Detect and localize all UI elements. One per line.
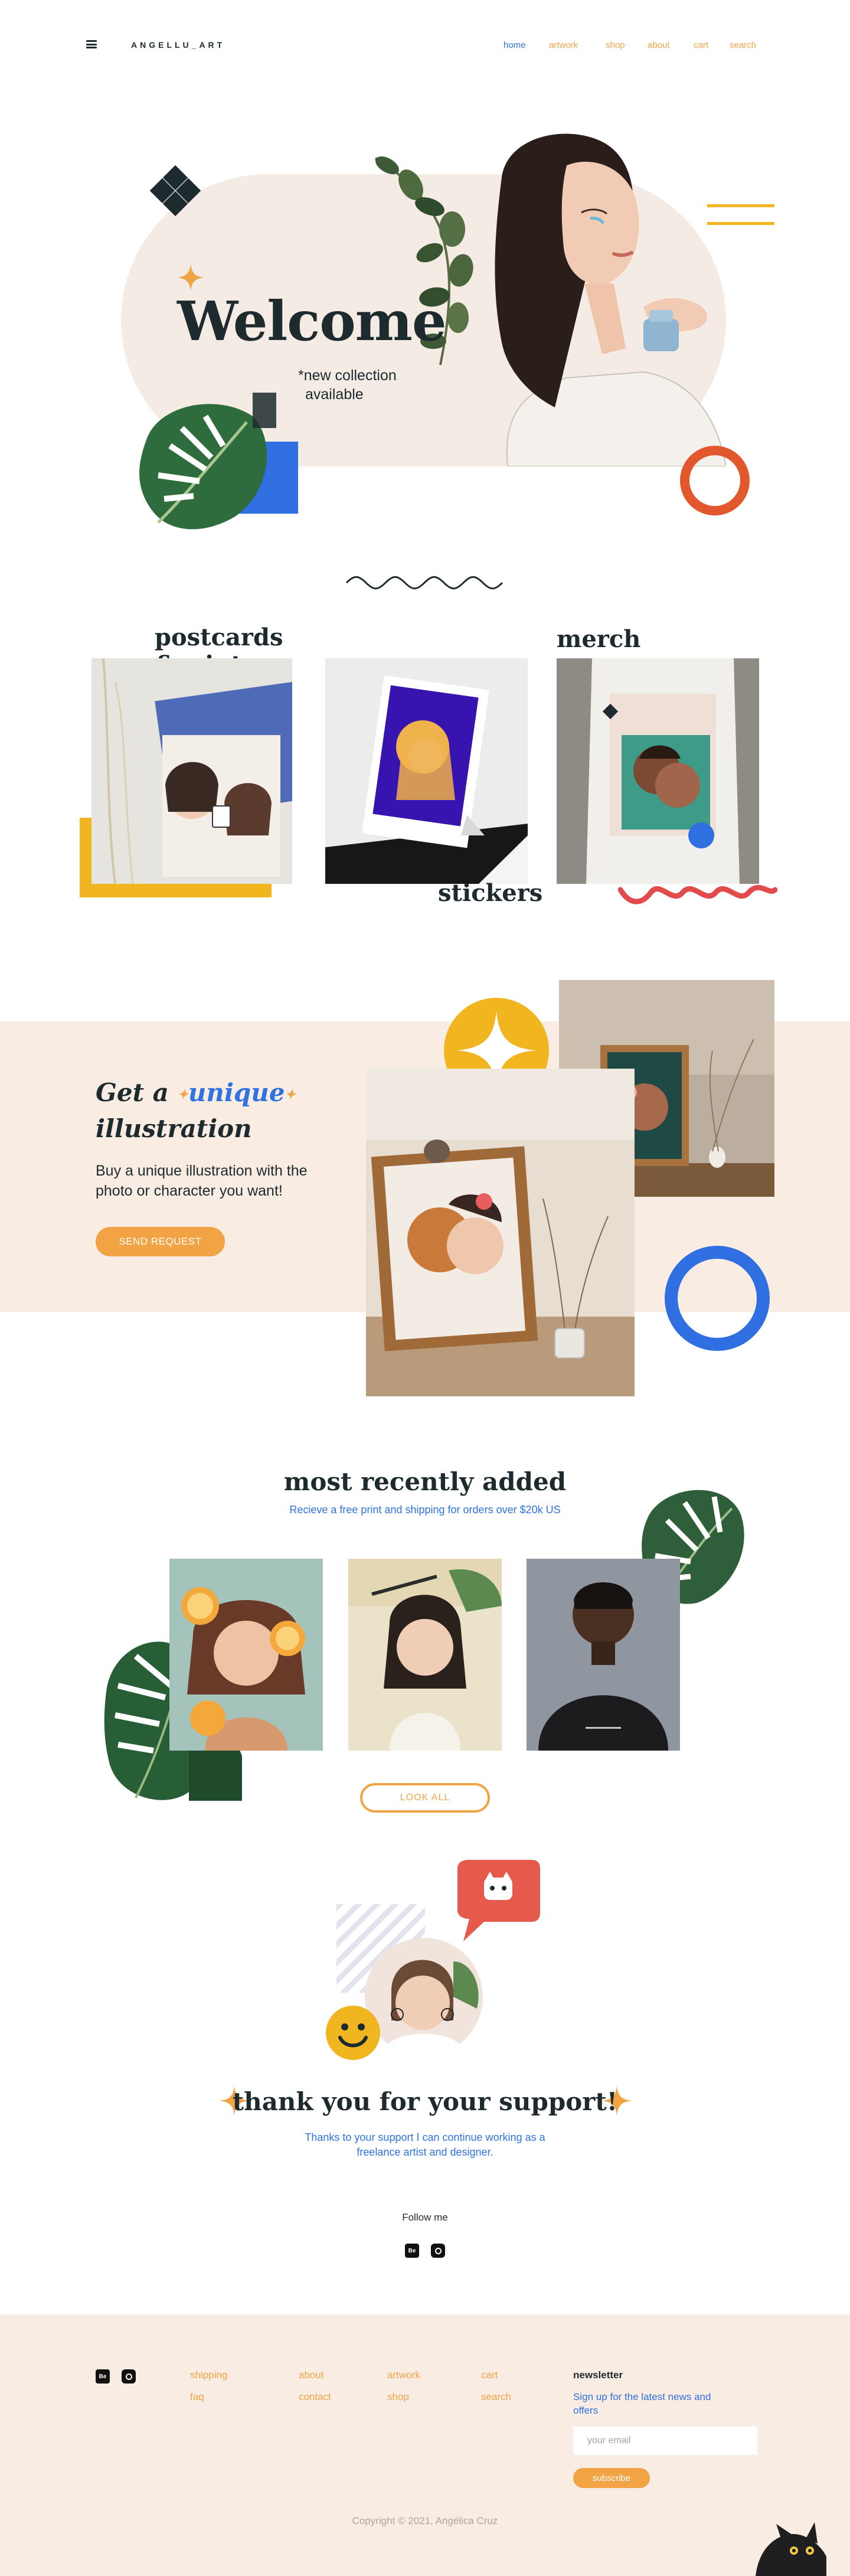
send-request-button[interactable]: SEND REQUEST bbox=[96, 1227, 225, 1256]
diamond-pattern-icon bbox=[149, 165, 201, 217]
sparkle-icon bbox=[177, 264, 204, 291]
framed-tiger-artwork-photo bbox=[366, 1069, 635, 1396]
menu-icon[interactable] bbox=[86, 40, 97, 48]
cat-illustration bbox=[756, 2522, 826, 2576]
smiley-icon bbox=[326, 2006, 380, 2060]
chat-bubble-icon bbox=[457, 1860, 540, 1941]
nav-shop[interactable]: shop bbox=[606, 40, 625, 50]
email-input[interactable] bbox=[573, 2427, 757, 2455]
footer-link-shop[interactable]: shop bbox=[387, 2391, 409, 2403]
blue-ring-decoration bbox=[665, 1246, 770, 1351]
red-wave-decoration bbox=[618, 884, 777, 905]
hero-subtitle-line1: *new collection bbox=[298, 367, 397, 384]
instagram-icon[interactable] bbox=[431, 2244, 445, 2258]
subscribe-button[interactable]: subscribe bbox=[573, 2468, 650, 2488]
illustration-title-prefix: Get a bbox=[96, 1078, 169, 1107]
follow-label: Follow me bbox=[402, 2212, 448, 2223]
footer-link-shipping[interactable]: shipping bbox=[190, 2369, 227, 2381]
red-ring-decoration bbox=[680, 446, 750, 515]
footer-link-cart[interactable]: cart bbox=[481, 2369, 498, 2381]
behance-icon[interactable]: Be bbox=[405, 2244, 419, 2258]
instagram-icon[interactable] bbox=[122, 2369, 136, 2384]
illustration-title: Get a ✦unique✦ illustration bbox=[96, 1076, 296, 1146]
footer-link-about[interactable]: about bbox=[299, 2369, 324, 2381]
hero-subtitle: *new collection available bbox=[298, 366, 397, 404]
footer-link-faq[interactable]: faq bbox=[190, 2391, 204, 2403]
support-avatar bbox=[365, 1938, 483, 2056]
nav-home[interactable]: home bbox=[504, 40, 526, 50]
wave-divider bbox=[345, 576, 504, 590]
stickers-product-image[interactable] bbox=[325, 658, 528, 884]
merch-title[interactable]: merch bbox=[557, 626, 640, 653]
postcards-product-image[interactable] bbox=[91, 658, 292, 884]
sparkle-icon: ✦ bbox=[285, 1087, 296, 1102]
footer-link-search[interactable]: search bbox=[481, 2391, 511, 2403]
behance-icon[interactable]: Be bbox=[96, 2369, 110, 2384]
hero-title: Welcome bbox=[177, 289, 447, 353]
look-all-button[interactable]: LOOK ALL bbox=[360, 1783, 490, 1813]
footer-link-artwork[interactable]: artwork bbox=[387, 2369, 420, 2381]
artwork-card-oranges[interactable] bbox=[169, 1559, 323, 1751]
copyright: Copyright © 2021, Angélica Cruz bbox=[352, 2515, 498, 2526]
illustration-title-suffix: illustration bbox=[96, 1114, 252, 1143]
nav-cart[interactable]: cart bbox=[694, 40, 708, 50]
nav-artwork[interactable]: artwork bbox=[549, 40, 578, 50]
artwork-card-portrait[interactable] bbox=[527, 1559, 680, 1751]
nav-about[interactable]: about bbox=[648, 40, 670, 50]
thanks-title: thank you for your support! bbox=[232, 2087, 618, 2116]
illustration-title-highlight: unique bbox=[188, 1078, 285, 1107]
hero-portrait-illustration bbox=[495, 133, 726, 466]
monstera-leaf-illustration bbox=[139, 393, 276, 530]
nav-search[interactable]: search bbox=[730, 40, 756, 50]
thanks-subtitle: Thanks to your support I can continue wo… bbox=[305, 2131, 545, 2158]
newsletter-title: newsletter bbox=[573, 2369, 623, 2381]
stickers-title[interactable]: stickers bbox=[438, 880, 542, 907]
footer-link-contact[interactable]: contact bbox=[299, 2391, 331, 2403]
sparkle-icon: ✦ bbox=[177, 1087, 188, 1102]
postcards-title-line1: postcards bbox=[155, 623, 283, 651]
illustration-description: Buy a unique illustration with the photo… bbox=[96, 1163, 308, 1199]
site-logo[interactable]: ANGELLU_ART bbox=[131, 40, 225, 50]
merch-product-image[interactable] bbox=[557, 658, 759, 884]
hero-subtitle-line2: available bbox=[305, 386, 364, 403]
artwork-card-leaves[interactable] bbox=[348, 1559, 502, 1751]
newsletter-description: Sign up for the latest news and offers bbox=[573, 2391, 711, 2416]
